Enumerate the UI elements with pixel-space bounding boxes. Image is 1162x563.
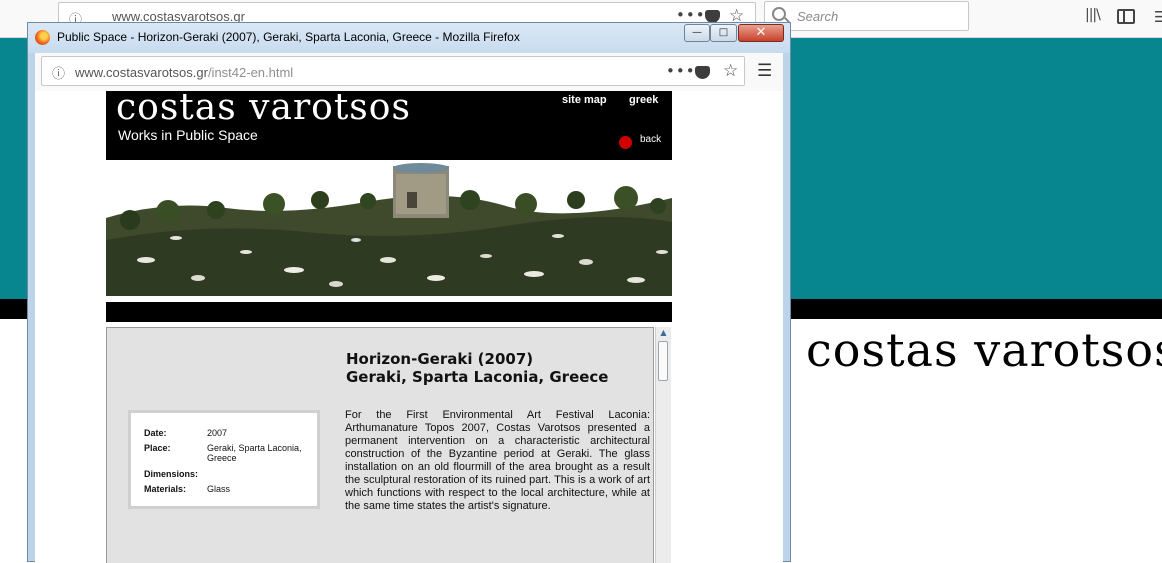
menu-icon[interactable]: ☰	[1154, 8, 1162, 26]
pocket-icon[interactable]	[695, 66, 710, 79]
firefox-icon	[35, 30, 50, 45]
popup-navbar: ⓘ www.costasvarotsos.gr/inst42-en.html •…	[35, 53, 783, 91]
landscape-banner	[106, 160, 672, 296]
work-description: For the First Environmental Art Festival…	[345, 409, 650, 512]
popup-title: Public Space - Horizon-Geraki (2007), Ge…	[57, 30, 520, 44]
search-field[interactable]: Search	[764, 1, 969, 31]
greek-link[interactable]: greek	[629, 94, 658, 106]
details-value: 2007	[207, 428, 228, 438]
work-panel: Horizon-Geraki (2007) Geraki, Sparta Lac…	[106, 327, 654, 563]
popup-url-bar[interactable]: ⓘ www.costasvarotsos.gr/inst42-en.html •…	[41, 56, 745, 86]
details-value: Glass	[207, 484, 231, 494]
url-host: www.costasvarotsos.gr	[75, 65, 208, 80]
search-placeholder: Search	[797, 9, 839, 24]
site-map-link[interactable]: site map	[562, 94, 607, 106]
details-box: Date: 2007 Place: Geraki, Sparta Laconia…	[128, 410, 320, 509]
site-header: costas varotsos Works in Public Space si…	[106, 91, 672, 160]
black-divider-band	[106, 302, 672, 322]
popup-titlebar[interactable]: Public Space - Horizon-Geraki (2007), Ge…	[28, 23, 790, 53]
library-icon[interactable]: |||\	[1085, 7, 1101, 23]
scroll-thumb[interactable]	[658, 341, 668, 381]
url-text: www.costasvarotsos.gr/inst42-en.html	[75, 65, 293, 80]
details-label: Dimensions:	[144, 469, 199, 479]
site-logo[interactable]: costas varotsos	[116, 91, 411, 128]
maximize-button[interactable]: □	[710, 24, 737, 42]
close-button[interactable]: ✕	[738, 24, 784, 42]
menu-icon[interactable]: ☰	[757, 61, 772, 81]
work-title: Horizon-Geraki (2007) Geraki, Sparta Lac…	[346, 350, 608, 386]
url-path: /inst42-en.html	[207, 65, 294, 80]
sidebar-icon[interactable]	[1117, 9, 1135, 24]
star-icon[interactable]: ☆	[723, 61, 738, 81]
minimize-button[interactable]: —	[684, 24, 710, 42]
scroll-up-icon[interactable]: ▲	[658, 328, 669, 338]
popup-window: Public Space - Horizon-Geraki (2007), Ge…	[27, 22, 791, 563]
back-dot-icon[interactable]	[619, 136, 632, 149]
details-label: Place:	[144, 443, 171, 453]
back-link[interactable]: back	[640, 134, 661, 145]
landscape-image	[106, 160, 672, 296]
details-label: Date:	[144, 428, 167, 438]
background-logo: costas varotsos	[806, 323, 1162, 377]
site-subtitle: Works in Public Space	[118, 127, 258, 143]
more-icon[interactable]: •••	[666, 62, 696, 80]
details-value: Geraki, Sparta Laconia, Greece	[207, 443, 302, 463]
info-icon[interactable]: ⓘ	[52, 63, 65, 82]
page-content: costas varotsos Works in Public Space si…	[35, 91, 783, 563]
content-scrollbar[interactable]: ▲	[655, 327, 671, 563]
work-title-line2: Geraki, Sparta Laconia, Greece	[346, 368, 609, 386]
search-icon	[772, 7, 786, 21]
work-title-line1: Horizon-Geraki (2007)	[346, 350, 534, 368]
details-label: Materials:	[144, 484, 187, 494]
